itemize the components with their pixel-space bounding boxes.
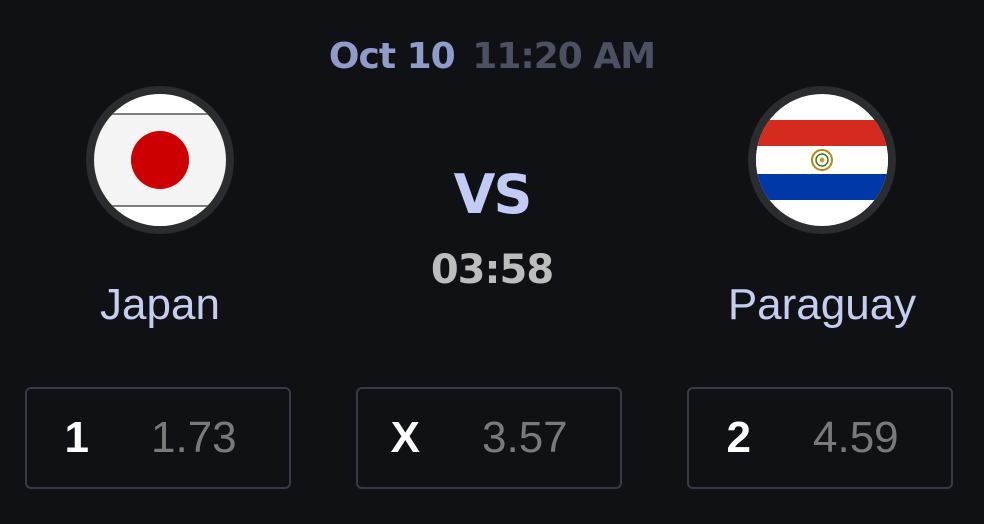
countdown-timer: 03:58 xyxy=(430,247,554,293)
match-datetime: Oct 10 11:20 AM xyxy=(0,36,984,77)
odds-value: 1.73 xyxy=(151,413,237,462)
home-team-name: Japan xyxy=(100,280,220,329)
odds-button-home[interactable]: 1 1.73 xyxy=(25,387,291,489)
japan-flag-icon xyxy=(94,94,226,226)
home-team-flag xyxy=(86,86,234,234)
vs-label: VS xyxy=(453,163,533,226)
odds-button-away[interactable]: 2 4.59 xyxy=(687,387,953,489)
match-date: Oct 10 xyxy=(328,36,456,77)
odds-label: X xyxy=(390,413,420,462)
away-team[interactable]: Paraguay xyxy=(692,86,952,330)
odds-value: 3.57 xyxy=(482,413,568,462)
match-card[interactable]: Oct 10 11:20 AM Japan VS 03:58 Paraguay … xyxy=(0,0,984,524)
odds-value: 4.59 xyxy=(813,413,899,462)
home-team[interactable]: Japan xyxy=(30,86,290,330)
away-team-name: Paraguay xyxy=(727,280,917,329)
match-center: VS 03:58 xyxy=(342,163,642,294)
match-time: 11:20 AM xyxy=(472,36,656,77)
odds-label: 1 xyxy=(64,413,89,462)
odds-label: 2 xyxy=(726,413,751,462)
odds-button-draw[interactable]: X 3.57 xyxy=(356,387,622,489)
away-team-flag xyxy=(748,86,896,234)
paraguay-flag-icon xyxy=(756,94,888,226)
